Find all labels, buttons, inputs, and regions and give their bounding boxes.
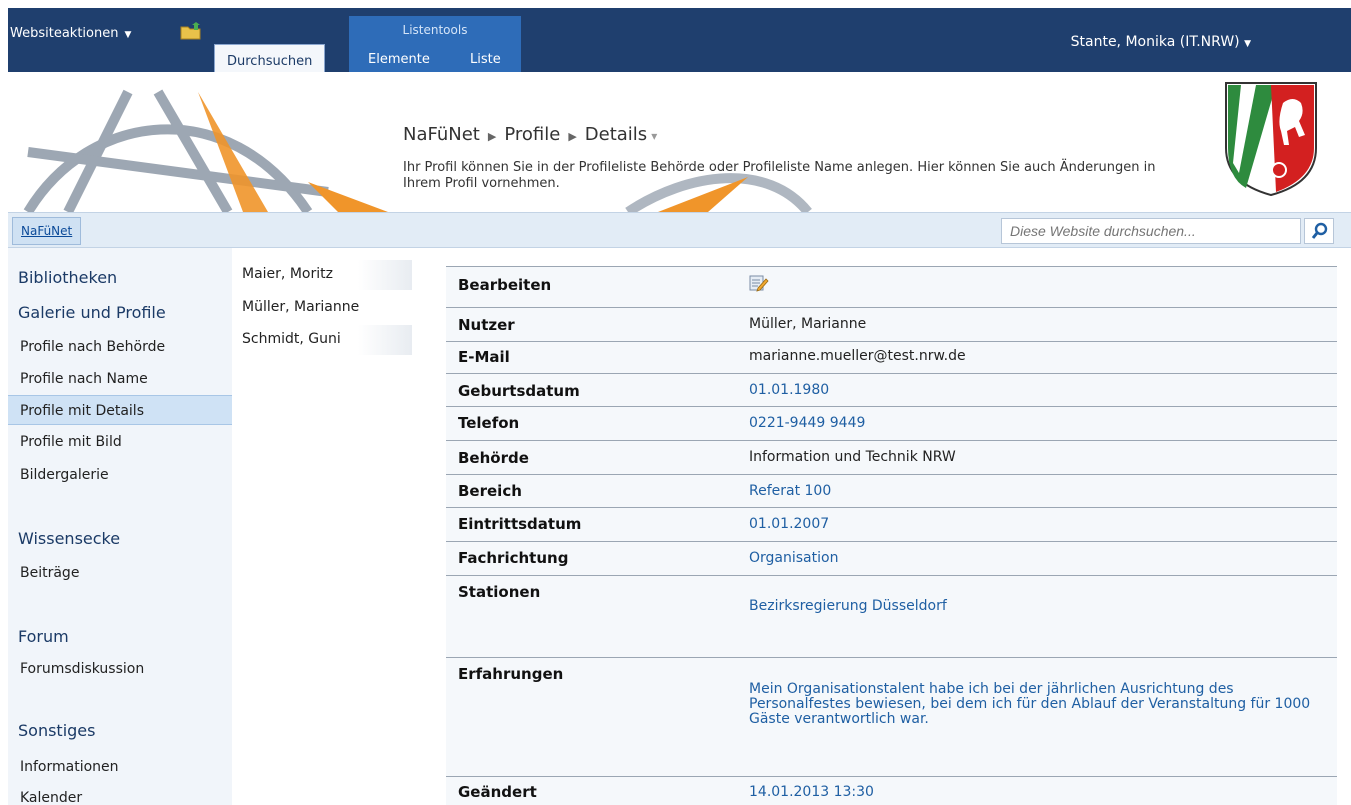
field-value-entry-date: 01.01.2007 xyxy=(749,516,830,532)
field-value-user: Müller, Marianne xyxy=(749,316,867,332)
topnav-home-link[interactable]: NaFüNet xyxy=(12,217,82,245)
list-item[interactable]: Schmidt, Guni xyxy=(232,325,412,355)
field-value-stations: Bezirksregierung Düsseldorf xyxy=(749,598,947,614)
field-label-agency: Behörde xyxy=(458,449,529,467)
detail-row: Geburtsdatum 01.01.1980 xyxy=(446,373,1337,406)
field-label-user: Nutzer xyxy=(458,316,515,334)
site-actions-menu[interactable]: Websiteaktionen ▼ xyxy=(10,26,131,41)
field-label-area: Bereich xyxy=(458,482,522,500)
breadcrumb-list[interactable]: Profile xyxy=(504,124,560,145)
field-value-changed: 14.01.2013 13:30 xyxy=(749,784,874,800)
field-label-specialty: Fachrichtung xyxy=(458,549,569,567)
breadcrumb-separator-icon: ▶ xyxy=(487,130,497,143)
field-value-agency: Information und Technik NRW xyxy=(749,449,956,465)
list-item[interactable]: Müller, Marianne xyxy=(232,293,412,323)
chevron-down-icon: ▼ xyxy=(124,30,132,40)
field-label-email: E-Mail xyxy=(458,348,510,366)
detail-row: Fachrichtung Organisation xyxy=(446,541,1337,575)
quick-launch: Bibliotheken Galerie und Profile Profile… xyxy=(8,248,232,805)
field-value-phone: 0221-9449 9449 xyxy=(749,415,866,431)
ql-item-profiles-details[interactable]: Profile mit Details xyxy=(8,395,232,425)
search-input[interactable] xyxy=(1002,219,1300,243)
field-value-email[interactable]: marianne.mueller@test.nrw.de xyxy=(749,348,966,364)
detail-row: Geändert 14.01.2013 13:30 xyxy=(446,776,1337,805)
field-value-experience: Mein Organisationstalent habe ich bei de… xyxy=(749,681,1311,727)
breadcrumb-site[interactable]: NaFüNet xyxy=(403,124,480,145)
field-value-specialty: Organisation xyxy=(749,550,839,566)
field-label-experience: Erfahrungen xyxy=(458,665,564,683)
detail-row: Erfahrungen Mein Organisationstalent hab… xyxy=(446,657,1337,776)
field-label-changed: Geändert xyxy=(458,783,537,801)
breadcrumb-page: Details xyxy=(584,124,648,145)
chevron-down-icon[interactable]: ▾ xyxy=(651,129,657,143)
ql-item-picture-gallery[interactable]: Bildergalerie xyxy=(8,460,232,490)
detail-row: Bearbeiten xyxy=(446,266,1337,300)
field-label-phone: Telefon xyxy=(458,414,520,432)
ql-heading-misc[interactable]: Sonstiges xyxy=(18,721,95,740)
folder-up-icon[interactable] xyxy=(180,22,202,40)
field-label-entry-date: Eintrittsdatum xyxy=(458,515,582,533)
detail-row: Nutzer Müller, Marianne xyxy=(446,307,1337,341)
ql-heading-gallery[interactable]: Galerie und Profile xyxy=(18,303,166,322)
profile-name-list: Maier, Moritz Müller, Marianne Schmidt, … xyxy=(232,248,422,805)
search-box xyxy=(1001,218,1301,244)
tab-items[interactable]: Elemente xyxy=(356,43,442,72)
field-label-birthdate: Geburtsdatum xyxy=(458,382,580,400)
chevron-down-icon: ▼ xyxy=(1244,39,1251,49)
list-item[interactable]: Maier, Moritz xyxy=(232,260,412,290)
detail-row: Behörde Information und Technik NRW xyxy=(446,440,1337,474)
detail-row: E-Mail marianne.mueller@test.nrw.de xyxy=(446,341,1337,373)
field-value-area: Referat 100 xyxy=(749,483,832,499)
edit-label: Bearbeiten xyxy=(458,276,552,294)
user-menu[interactable]: Stante, Monika (IT.NRW) ▼ xyxy=(1071,34,1251,50)
search-button[interactable] xyxy=(1304,218,1334,244)
breadcrumb-separator-icon: ▶ xyxy=(568,130,577,143)
ql-heading-knowledge[interactable]: Wissensecke xyxy=(18,529,120,548)
site-actions-label: Websiteaktionen xyxy=(10,26,119,41)
user-name: Stante, Monika (IT.NRW) xyxy=(1070,34,1240,50)
ql-item-profiles-by-name[interactable]: Profile nach Name xyxy=(8,364,232,394)
nrw-crest-logo xyxy=(1225,82,1317,197)
field-label-stations: Stationen xyxy=(458,583,541,601)
ribbon-bar: Websiteaktionen ▼ Listentools Durchsuchen… xyxy=(0,0,1351,72)
detail-row: Telefon 0221-9449 9449 xyxy=(446,406,1337,440)
detail-row: Stationen Bezirksregierung Düsseldorf xyxy=(446,575,1337,657)
detail-row: Bereich Referat 100 xyxy=(446,474,1337,507)
tab-list[interactable]: Liste xyxy=(458,43,513,72)
edit-icon[interactable] xyxy=(749,274,769,292)
ql-item-profiles-picture[interactable]: Profile mit Bild xyxy=(8,427,232,457)
breadcrumb: NaFüNet ▶ Profile ▶ Details ▾ xyxy=(403,124,657,145)
field-value-birthdate: 01.01.1980 xyxy=(749,382,830,398)
tab-browse[interactable]: Durchsuchen xyxy=(214,44,326,72)
ql-heading-libraries[interactable]: Bibliotheken xyxy=(18,268,117,287)
ql-item-information[interactable]: Informationen xyxy=(8,752,232,782)
ql-item-calendar[interactable]: Kalender xyxy=(8,783,232,805)
site-banner: NaFüNet ▶ Profile ▶ Details ▾ Ihr Profil könn… xyxy=(8,72,1351,212)
ql-item-profiles-by-agency[interactable]: Profile nach Behörde xyxy=(8,332,232,362)
ql-item-posts[interactable]: Beiträge xyxy=(8,558,232,588)
page-description: Ihr Profil können Sie in der Profilelist… xyxy=(403,160,1156,191)
detail-row: Eintrittsdatum 01.01.2007 xyxy=(446,507,1337,541)
search-icon xyxy=(1311,222,1328,239)
top-navigation: NaFüNet xyxy=(8,212,1351,248)
ql-item-forum-discussion[interactable]: Forumsdiskussion xyxy=(8,654,232,684)
listtools-label: Listentools xyxy=(402,23,468,37)
ql-heading-forum[interactable]: Forum xyxy=(18,627,69,646)
